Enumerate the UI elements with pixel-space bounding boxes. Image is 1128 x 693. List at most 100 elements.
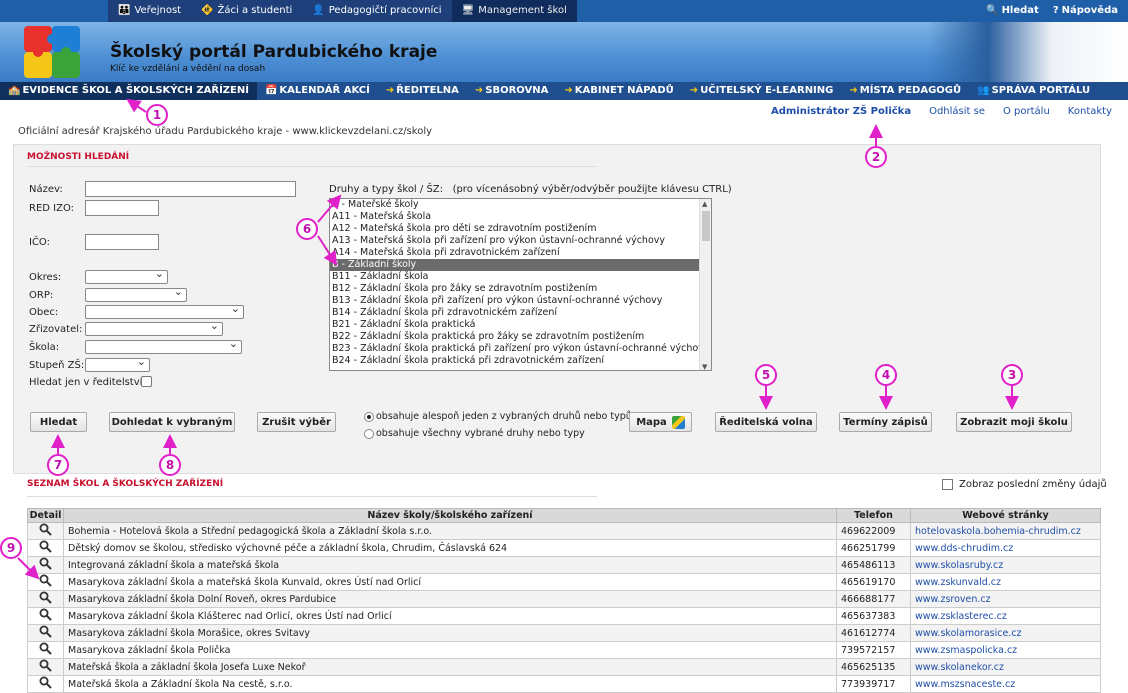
- listbox-scrollbar[interactable]: ▲ ▼: [699, 199, 711, 370]
- nav-mista[interactable]: ➜ MÍSTA PEDAGOGŮ: [841, 82, 969, 100]
- obec-select[interactable]: [85, 302, 244, 319]
- website-link[interactable]: www.dds-chrudim.cz: [915, 543, 1013, 554]
- detail-cell[interactable]: [27, 675, 64, 693]
- clear-selection-button[interactable]: Zrušit výběr: [257, 412, 336, 432]
- skola-select[interactable]: [85, 337, 242, 354]
- magnifier-icon[interactable]: [39, 523, 52, 536]
- scroll-thumb[interactable]: [702, 211, 710, 241]
- website-link[interactable]: www.zsmaspolicka.cz: [915, 645, 1017, 656]
- detail-cell[interactable]: [27, 522, 64, 540]
- annotation-7: 7: [47, 454, 69, 476]
- type-option[interactable]: B23 - Základní škola praktická při zaříz…: [330, 343, 711, 355]
- type-option[interactable]: A13 - Mateřská škola při zařízení pro vý…: [330, 235, 711, 247]
- type-option[interactable]: B12 - Základní škola pro žáky se zdravot…: [330, 283, 711, 295]
- audience-tab-public[interactable]: 👪 Veřejnost: [108, 0, 191, 22]
- nav-calendar[interactable]: 📅 KALENDÁŘ AKCÍ: [257, 82, 378, 100]
- magnifier-icon[interactable]: [39, 676, 52, 689]
- detail-cell[interactable]: [27, 573, 64, 591]
- calendar-icon: 📅: [264, 85, 278, 96]
- logout-link[interactable]: Odhlásit se: [929, 106, 985, 117]
- show-changes-option[interactable]: Zobraz poslední změny údajů: [942, 479, 1107, 490]
- detail-cell[interactable]: [27, 658, 64, 676]
- director-holidays-button[interactable]: Ředitelská volna: [715, 412, 817, 432]
- phone-cell: 465486113: [836, 556, 911, 574]
- detail-cell[interactable]: [27, 641, 64, 659]
- detail-cell[interactable]: [27, 556, 64, 574]
- show-changes-checkbox[interactable]: [942, 479, 953, 490]
- type-option[interactable]: A14 - Mateřská škola při zdravotnickém z…: [330, 247, 711, 259]
- magnifier-icon[interactable]: [39, 591, 52, 604]
- website-link[interactable]: www.zskunvald.cz: [915, 577, 1001, 588]
- nav-reditelna[interactable]: ➜ ŘEDITELNA: [378, 82, 467, 100]
- detail-cell[interactable]: [27, 607, 64, 625]
- website-link[interactable]: www.skolamorasice.cz: [915, 628, 1022, 639]
- map-icon: [671, 415, 685, 429]
- type-option[interactable]: B13 - Základní škola při zařízení pro vý…: [330, 295, 711, 307]
- website-link[interactable]: www.zsroven.cz: [915, 594, 991, 605]
- table-row: Integrovaná základní škola a mateřská šk…: [27, 556, 1101, 574]
- type-option[interactable]: A11 - Mateřská škola: [330, 211, 711, 223]
- reditelstvi-checkbox[interactable]: [141, 376, 152, 387]
- enrollment-dates-button[interactable]: Termíny zápisů: [839, 412, 932, 432]
- annotation-3: 3: [1001, 364, 1023, 386]
- table-row: Bohemia - Hotelová škola a Střední pedag…: [27, 522, 1101, 540]
- type-option[interactable]: B14 - Základní škola při zdravotnickém z…: [330, 307, 711, 319]
- about-link[interactable]: O portálu: [1003, 106, 1050, 117]
- search-section-title: MOŽNOSTI HLEDÁNÍ: [27, 152, 130, 162]
- redizo-input[interactable]: [85, 200, 159, 216]
- audience-tab-teachers[interactable]: 👤 Pedagogičtí pracovníci: [302, 0, 451, 22]
- any-type-radio[interactable]: [364, 412, 374, 422]
- school-types-listbox[interactable]: A - Mateřské školy A11 - Mateřská škola …: [329, 198, 712, 371]
- help-link[interactable]: ? Nápověda: [1053, 0, 1118, 22]
- contacts-link[interactable]: Kontakty: [1068, 106, 1112, 117]
- scroll-up-icon[interactable]: ▲: [702, 200, 707, 208]
- detail-cell[interactable]: [27, 590, 64, 608]
- type-option[interactable]: B22 - Základní škola praktická pro žáky …: [330, 331, 711, 343]
- detail-cell[interactable]: [27, 624, 64, 642]
- nav-elearning[interactable]: ➜ UČITELSKÝ E-LEARNING: [682, 82, 842, 100]
- nav-sborovna[interactable]: ➜ SBOROVNA: [467, 82, 557, 100]
- audience-tab-management[interactable]: 🖥 Management škol: [451, 0, 577, 22]
- map-button[interactable]: Mapa: [629, 412, 692, 432]
- search-link[interactable]: 🔍 Hledat: [986, 0, 1039, 22]
- type-option[interactable]: B21 - Základní škola praktická: [330, 319, 711, 331]
- website-link[interactable]: hotelovaskola.bohemia-chrudim.cz: [915, 526, 1081, 537]
- type-option-selected[interactable]: B - Základní školy: [330, 259, 711, 271]
- arrow-right-icon: ➜: [564, 85, 573, 96]
- find-selected-button[interactable]: Dohledat k vybraným: [109, 412, 235, 432]
- magnifier-icon[interactable]: [39, 557, 52, 570]
- website-link[interactable]: www.skolanekor.cz: [915, 662, 1004, 673]
- type-option[interactable]: A - Mateřské školy: [330, 199, 711, 211]
- audience-tab-students[interactable]: 🚸 Žáci a studenti: [191, 0, 302, 22]
- nav-evidence[interactable]: 🏫 EVIDENCE ŠKOL A ŠKOLSKÝCH ZAŘÍZENÍ: [0, 82, 257, 100]
- show-my-school-button[interactable]: Zobrazit moji školu: [956, 412, 1072, 432]
- puzzle-logo-icon[interactable]: [22, 24, 82, 80]
- magnifier-icon[interactable]: [39, 642, 52, 655]
- type-option[interactable]: A12 - Mateřská škola pro děti se zdravot…: [330, 223, 711, 235]
- scroll-down-icon[interactable]: ▼: [702, 363, 707, 370]
- website-link[interactable]: www.zsklasterec.cz: [915, 611, 1007, 622]
- zrizovatel-select[interactable]: [85, 319, 223, 336]
- type-option[interactable]: B11 - Základní škola: [330, 271, 711, 283]
- admin-user-link[interactable]: Administrátor ZŠ Polička: [771, 106, 911, 117]
- okres-select[interactable]: [85, 267, 168, 284]
- ico-input[interactable]: [85, 234, 159, 250]
- stupen-select[interactable]: [85, 355, 150, 372]
- magnifier-icon[interactable]: [39, 625, 52, 638]
- magnifier-icon[interactable]: [39, 608, 52, 621]
- portal-banner: Školský portál Pardubického kraje Klíč k…: [0, 22, 1128, 82]
- magnifier-icon[interactable]: [39, 574, 52, 587]
- magnifier-icon[interactable]: [39, 540, 52, 553]
- all-types-radio[interactable]: [364, 429, 374, 439]
- teacher-icon: 👤: [312, 5, 325, 16]
- search-button[interactable]: Hledat: [30, 412, 87, 432]
- orp-select[interactable]: [85, 285, 187, 302]
- nav-sprava[interactable]: 👥 SPRÁVA PORTÁLU: [969, 82, 1098, 100]
- official-directory-text: Oficiální adresář Krajského úřadu Pardub…: [18, 126, 433, 137]
- website-link[interactable]: www.skolasruby.cz: [915, 560, 1003, 571]
- type-option[interactable]: B24 - Základní škola praktická při zdrav…: [330, 355, 711, 367]
- magnifier-icon[interactable]: [39, 659, 52, 672]
- name-input[interactable]: [85, 181, 296, 197]
- detail-cell[interactable]: [27, 539, 64, 557]
- nav-kabinet[interactable]: ➜ KABINET NÁPADŮ: [556, 82, 681, 100]
